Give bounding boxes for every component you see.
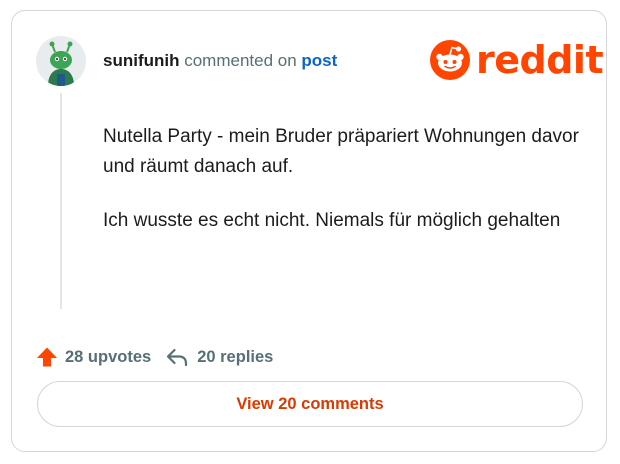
action-text: commented on [184, 51, 297, 70]
replies-action[interactable]: 20 replies [165, 346, 273, 368]
comment-card: sunifunih commented on post reddit Nutel… [11, 10, 607, 452]
comment-body: Nutella Party - mein Bruder präpariert W… [103, 122, 583, 260]
reply-count: 20 replies [197, 347, 274, 366]
username[interactable]: sunifunih [103, 51, 179, 70]
snoo-avatar-icon [36, 36, 86, 86]
comment-header: sunifunih commented on post [103, 51, 337, 71]
upvote-action[interactable]: 28 upvotes [36, 346, 151, 368]
reply-arrow-icon[interactable] [165, 346, 189, 368]
post-link[interactable]: post [301, 51, 337, 70]
thread-line [60, 93, 62, 309]
view-comments-button[interactable]: View 20 comments [37, 381, 583, 427]
reddit-wordmark: reddit [476, 38, 604, 82]
comment-actions: 28 upvotes 20 replies [36, 345, 273, 369]
upvote-arrow-icon[interactable] [36, 346, 58, 368]
comment-paragraph: Nutella Party - mein Bruder präpariert W… [103, 126, 579, 177]
comment-paragraph: Ich wusste es echt nicht. Niemals für mö… [103, 210, 561, 231]
upvote-count: 28 upvotes [65, 347, 152, 366]
reddit-snoo-icon [430, 40, 470, 80]
avatar[interactable] [36, 36, 86, 86]
reddit-logo[interactable]: reddit [430, 38, 604, 82]
